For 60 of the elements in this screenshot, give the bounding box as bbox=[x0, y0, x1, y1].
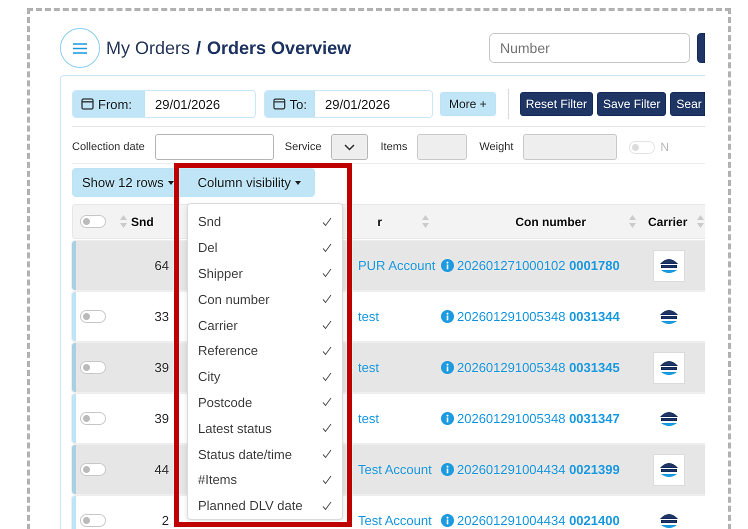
toggle-switch[interactable] bbox=[80, 215, 106, 228]
menu-item[interactable]: #Items bbox=[188, 466, 342, 493]
toggle-switch[interactable] bbox=[80, 514, 106, 527]
date-label: To: bbox=[290, 96, 307, 112]
menu-button[interactable] bbox=[60, 28, 100, 68]
table-cell-text: 64 bbox=[154, 258, 170, 273]
filter-button[interactable]: Sear bbox=[670, 92, 705, 116]
field-label: Weight bbox=[479, 141, 514, 153]
date-label: From: bbox=[98, 96, 132, 112]
filter-button[interactable]: Save Filter bbox=[597, 92, 666, 116]
toggle-switch[interactable] bbox=[80, 462, 106, 476]
column-header[interactable]: Con number bbox=[515, 214, 586, 228]
table-cell-text: 44 bbox=[154, 462, 170, 477]
menu-item[interactable]: Shipper bbox=[188, 260, 342, 286]
table-cell-text: 33 bbox=[154, 309, 170, 324]
column-header[interactable]: r bbox=[377, 214, 382, 228]
page-title: Orders Overview bbox=[207, 38, 352, 58]
menu-item[interactable]: Planned DLV date bbox=[188, 492, 342, 519]
toggle-switch[interactable] bbox=[80, 310, 106, 323]
breadcrumb-separator: / bbox=[196, 38, 202, 58]
menu-item[interactable]: Latest status bbox=[188, 415, 342, 442]
calendar-icon bbox=[273, 98, 286, 110]
info-icon[interactable] bbox=[441, 463, 454, 476]
menu-item[interactable]: Snd bbox=[188, 209, 342, 235]
show-rows-button[interactable]: Show 12 rows bbox=[72, 168, 184, 197]
chevron-icon bbox=[344, 144, 356, 150]
info-icon[interactable] bbox=[441, 310, 454, 323]
date-field[interactable]: To: 29/01/2026 bbox=[264, 90, 433, 118]
column-visibility-button[interactable]: Column visibility bbox=[184, 168, 315, 197]
menu-item[interactable]: Carrier bbox=[188, 312, 342, 338]
more-button[interactable]: More + bbox=[440, 92, 496, 116]
table-cell-text: 39 bbox=[154, 360, 170, 375]
info-icon[interactable] bbox=[441, 412, 454, 425]
filter-button[interactable]: Reset Filter bbox=[520, 92, 594, 116]
table-cell-text: 2 bbox=[160, 513, 170, 528]
sort-icon[interactable] bbox=[629, 215, 636, 228]
sort-icon[interactable] bbox=[697, 215, 704, 228]
sort-icon[interactable] bbox=[422, 215, 429, 228]
sort-icon[interactable] bbox=[120, 215, 127, 228]
toggle-switch[interactable] bbox=[80, 412, 106, 425]
info-icon[interactable] bbox=[441, 514, 454, 527]
info-icon[interactable] bbox=[441, 259, 454, 272]
field-label: Collection date bbox=[72, 141, 145, 153]
field-label: Service bbox=[284, 141, 322, 153]
menu-item[interactable]: Postcode bbox=[188, 390, 342, 416]
column-header[interactable]: Snd bbox=[131, 214, 154, 228]
menu-icon bbox=[73, 42, 87, 54]
toggle-label: N bbox=[660, 140, 670, 154]
info-icon[interactable] bbox=[441, 361, 454, 374]
field-label: Items bbox=[380, 141, 408, 153]
toggle-switch[interactable] bbox=[80, 360, 106, 374]
menu-item[interactable]: City bbox=[188, 364, 342, 390]
column-header[interactable]: Carrier bbox=[648, 214, 688, 228]
select-field[interactable] bbox=[331, 134, 368, 160]
date-field[interactable]: From: 29/01/2026 bbox=[72, 90, 256, 118]
breadcrumb-link[interactable]: My Orders bbox=[106, 38, 190, 58]
number-field[interactable]: Number bbox=[489, 33, 690, 63]
calendar-icon bbox=[81, 98, 94, 110]
input-field[interactable] bbox=[154, 134, 274, 160]
table-cell-text: 39 bbox=[154, 411, 170, 426]
